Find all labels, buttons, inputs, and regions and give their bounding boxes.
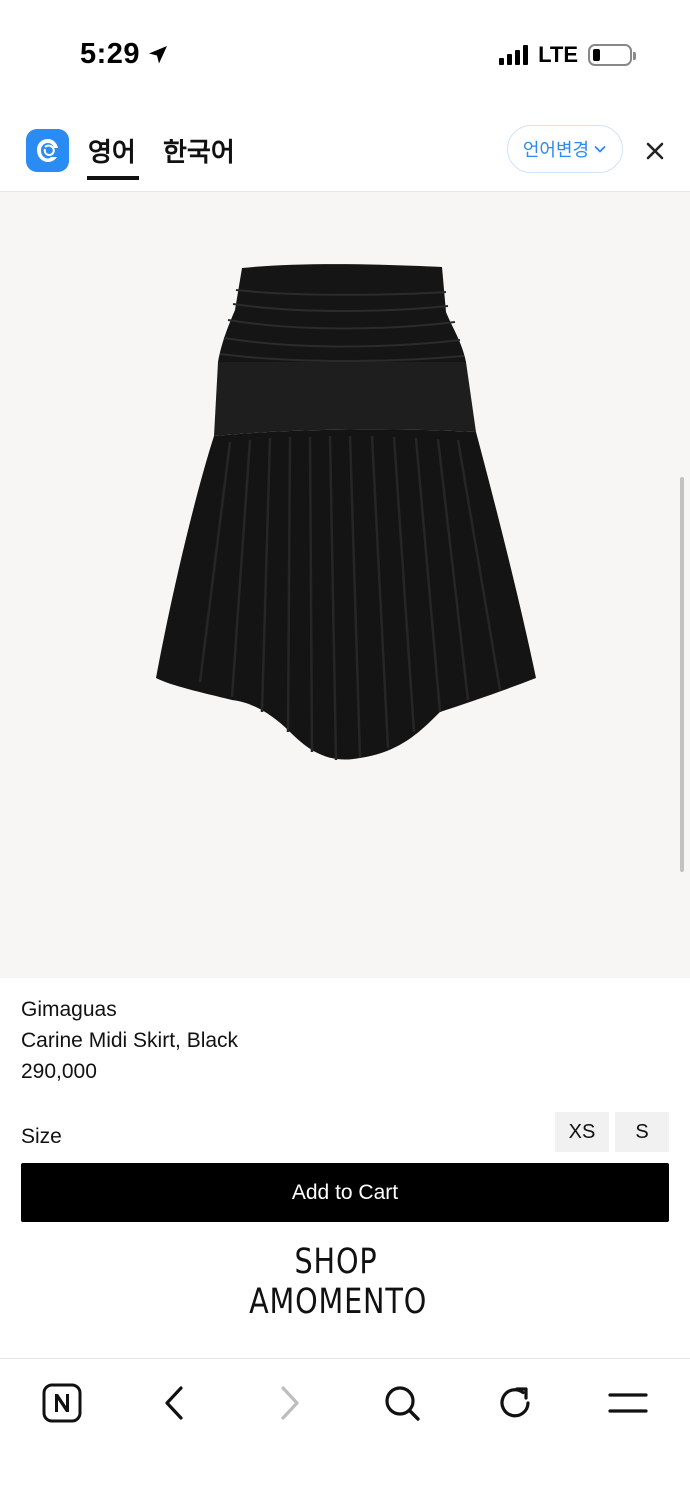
size-label: Size [21,1125,62,1148]
change-language-button[interactable]: 언어변경 [507,125,623,173]
reload-icon [500,1387,530,1418]
naver-n-icon [42,1383,82,1423]
forward-icon [281,1386,299,1420]
change-language-label: 언어변경 [522,140,590,160]
shop-logo-line2: AMOMENTO [249,1282,428,1322]
papago-logo-icon[interactable] [26,129,69,172]
tab-target-language[interactable]: 한국어 [163,132,235,169]
add-to-cart-button[interactable]: Add to Cart [21,1163,669,1222]
location-arrow-icon [149,45,168,63]
close-icon [646,142,664,160]
add-to-cart-label: Add to Cart [291,1180,399,1204]
product-brand: Gimaguas [21,998,117,1021]
naver-home-button[interactable] [40,1381,84,1425]
shop-logo-line1: SHOP [294,1242,378,1282]
product-price: 290,000 [21,1060,97,1083]
signal-icon [499,45,529,65]
menu-icon [608,1393,648,1413]
back-button[interactable] [153,1381,197,1425]
product-name: Carine Midi Skirt, Black [21,1029,239,1052]
status-indicators: LTE [499,42,636,68]
status-time: 5:29 [80,38,170,71]
size-option-s[interactable]: S [615,1112,669,1152]
translate-bar: 영어 한국어 언어변경 [0,112,690,192]
menu-button[interactable] [606,1381,650,1425]
status-bar: 5:29 LTE [0,0,690,110]
browser-toolbar [0,1358,690,1500]
product-image[interactable] [0,192,690,978]
back-icon [165,1386,183,1420]
tab-source-language[interactable]: 영어 [88,132,136,169]
skirt-illustration [156,264,536,761]
reload-button[interactable] [493,1381,537,1425]
scrollbar[interactable] [680,477,684,872]
battery-icon [588,44,636,66]
search-icon [385,1386,420,1421]
shop-logo[interactable]: SHOP AMOMENTO [249,1242,428,1322]
chevron-down-icon [594,145,606,153]
forward-button[interactable] [267,1381,311,1425]
close-button[interactable] [640,136,670,166]
network-type: LTE [538,42,578,67]
active-tab-indicator [87,176,139,180]
size-option-xs[interactable]: XS [555,1112,609,1152]
search-button[interactable] [380,1381,424,1425]
